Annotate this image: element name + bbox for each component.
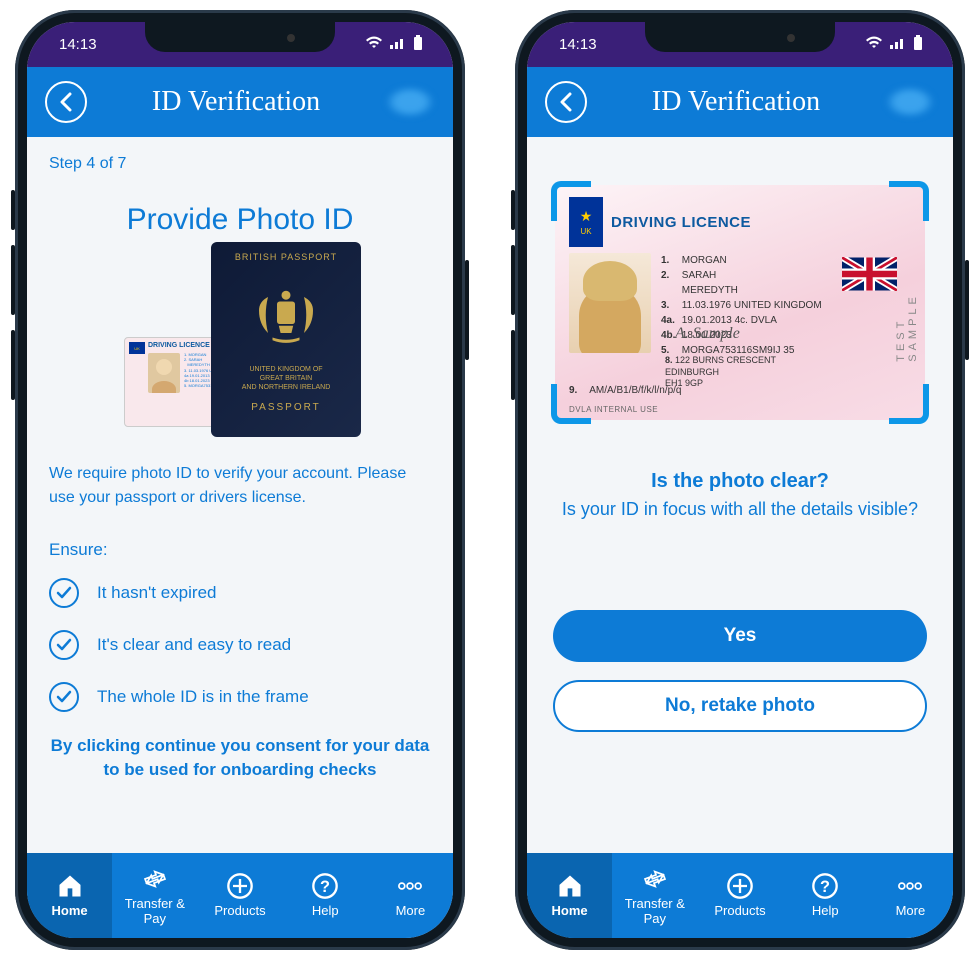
wifi-icon	[865, 36, 883, 54]
chevron-left-icon	[58, 92, 74, 112]
check-item: It's clear and easy to read	[49, 630, 431, 660]
signal-icon	[889, 36, 907, 54]
svg-text:?: ?	[320, 878, 330, 896]
svg-text:?: ?	[820, 878, 830, 896]
help-icon: ?	[311, 872, 339, 900]
more-icon	[396, 872, 424, 900]
chevron-left-icon	[558, 92, 574, 112]
main-heading: Provide Photo ID	[49, 203, 431, 237]
uk-flag-icon	[842, 257, 897, 291]
more-icon	[896, 872, 924, 900]
back-button[interactable]	[545, 81, 587, 123]
check-item: It hasn't expired	[49, 578, 431, 608]
signature: A. Sample	[675, 325, 740, 343]
home-icon	[56, 872, 84, 900]
nav-transfer[interactable]: Transfer & Pay	[112, 853, 197, 938]
check-item: The whole ID is in the frame	[49, 682, 431, 712]
battery-icon	[913, 35, 923, 55]
photo-check-question: Is the photo clear? Is your ID in focus …	[549, 470, 931, 520]
battery-icon	[413, 35, 423, 55]
phone-right: 14:13 ID Verification ★ UK	[515, 10, 965, 950]
status-time: 14:13	[559, 36, 597, 53]
nav-products[interactable]: Products	[197, 853, 282, 938]
app-logo	[385, 86, 435, 118]
app-header: ID Verification	[527, 67, 953, 137]
bottom-nav: Home Transfer & Pay Products ? Help More	[527, 853, 953, 938]
step-indicator: Step 4 of 7	[49, 155, 431, 173]
help-icon: ?	[811, 872, 839, 900]
nav-products[interactable]: Products	[697, 853, 782, 938]
info-text: We require photo ID to verify your accou…	[49, 462, 431, 510]
check-icon	[49, 578, 79, 608]
nav-more[interactable]: More	[368, 853, 453, 938]
nav-help[interactable]: ? Help	[783, 853, 868, 938]
yes-button[interactable]: Yes	[553, 610, 927, 662]
frame-corner-icon	[551, 181, 591, 221]
frame-corner-icon	[889, 384, 929, 424]
page-title: ID Verification	[152, 86, 320, 118]
licence-photo	[569, 253, 651, 353]
phone-left: 14:13 ID Verification Step 4 of 7 Provid…	[15, 10, 465, 950]
app-header: ID Verification	[27, 67, 453, 137]
consent-text: By clicking continue you consent for you…	[49, 734, 431, 782]
back-button[interactable]	[45, 81, 87, 123]
nav-home[interactable]: Home	[527, 853, 612, 938]
transfer-icon	[141, 865, 169, 893]
check-icon	[49, 682, 79, 712]
page-title: ID Verification	[652, 86, 820, 118]
transfer-icon	[641, 865, 669, 893]
nav-more[interactable]: More	[868, 853, 953, 938]
id-capture-preview: ★ UK DRIVING LICENCE 1. MORGAN 2. SARAH …	[555, 185, 925, 420]
nav-home[interactable]: Home	[27, 853, 112, 938]
plus-circle-icon	[226, 872, 254, 900]
ensure-label: Ensure:	[49, 540, 431, 560]
bottom-nav: Home Transfer & Pay Products ? Help More	[27, 853, 453, 938]
frame-corner-icon	[889, 181, 929, 221]
signal-icon	[389, 36, 407, 54]
retake-button[interactable]: No, retake photo	[553, 680, 927, 732]
home-icon	[556, 872, 584, 900]
passport-sample-icon: BRITISH PASSPORT UNITED KINGDOM OF GREAT…	[211, 242, 361, 437]
frame-corner-icon	[551, 384, 591, 424]
id-sample-images: UKDRIVING LICENCE 1. MORGAN2. SARAH MERE…	[49, 257, 431, 437]
check-icon	[49, 630, 79, 660]
app-logo	[885, 86, 935, 118]
wifi-icon	[365, 36, 383, 54]
nav-help[interactable]: ? Help	[283, 853, 368, 938]
captured-licence-image: ★ UK DRIVING LICENCE 1. MORGAN 2. SARAH …	[555, 185, 925, 420]
nav-transfer[interactable]: Transfer & Pay	[612, 853, 697, 938]
plus-circle-icon	[726, 872, 754, 900]
status-time: 14:13	[59, 36, 97, 53]
